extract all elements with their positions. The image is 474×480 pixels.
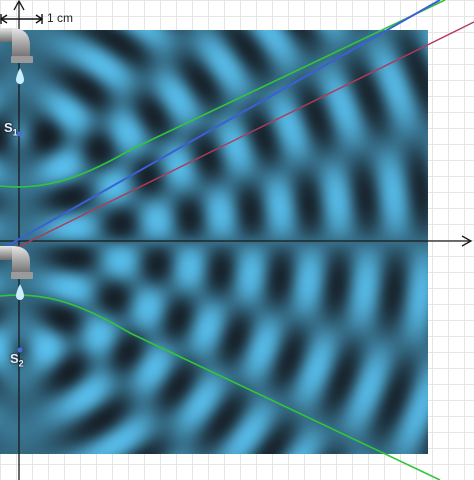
source-1-label: S1 [4, 120, 18, 138]
source-2-label: S2 [10, 351, 24, 369]
scale-bar-icon [0, 14, 44, 24]
scale-label: 1 cm [47, 11, 74, 25]
wave-interference-canvas [0, 0, 474, 480]
wave-field [0, 30, 428, 454]
